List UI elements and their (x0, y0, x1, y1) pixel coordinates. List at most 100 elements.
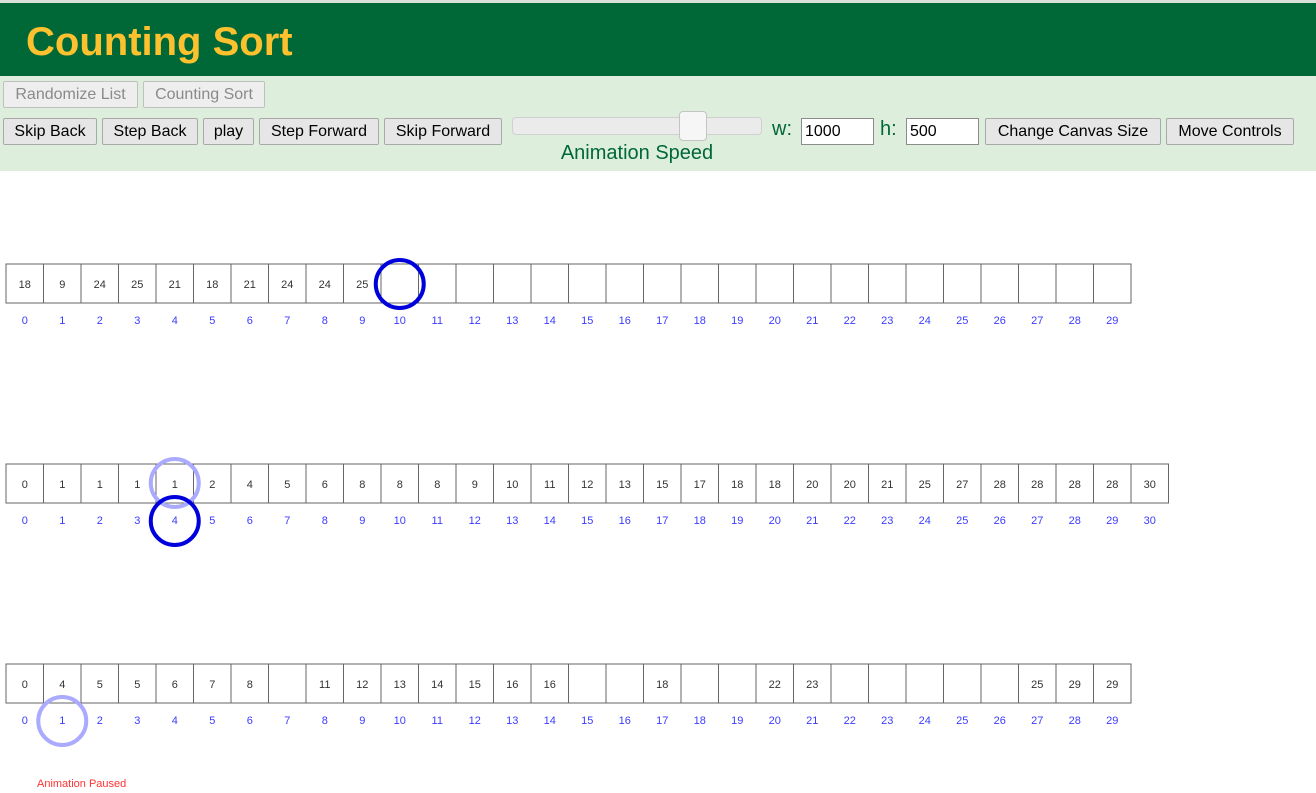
input-index-label: 4 (172, 315, 178, 327)
output-index-label: 18 (694, 715, 706, 727)
count-cell-value: 8 (434, 479, 440, 491)
output-index-label: 0 (22, 715, 28, 727)
count-index-label: 24 (919, 515, 931, 527)
count-cell-value: 4 (247, 479, 253, 491)
count-index-label: 5 (209, 515, 215, 527)
play-button[interactable]: play (203, 118, 254, 145)
input-index-label: 6 (247, 315, 253, 327)
input-cell-value: 24 (94, 279, 106, 291)
count-index-label: 0 (22, 515, 28, 527)
count-cell-value: 18 (769, 479, 781, 491)
output-cell-value: 5 (134, 679, 140, 691)
counting-sort-button[interactable]: Counting Sort (143, 81, 265, 108)
count-cell-value: 12 (581, 479, 593, 491)
output-cell (943, 663, 982, 704)
input-cell (830, 263, 869, 304)
input-index-label: 25 (956, 315, 968, 327)
input-cell-value: 25 (131, 279, 143, 291)
count-index-label: 15 (581, 515, 593, 527)
move-controls-button[interactable]: Move Controls (1166, 118, 1294, 145)
output-index-label: 17 (656, 715, 668, 727)
input-cell (905, 263, 944, 304)
step-forward-button[interactable]: Step Forward (259, 118, 379, 145)
input-index-label: 0 (22, 315, 28, 327)
input-index-label: 18 (694, 315, 706, 327)
count-cell-value: 27 (956, 479, 968, 491)
count-cell-value: 8 (359, 479, 365, 491)
count-index-label: 12 (469, 515, 481, 527)
canvas-height-input[interactable] (906, 118, 979, 145)
count-index-label: 21 (806, 515, 818, 527)
output-index-label: 23 (881, 715, 893, 727)
output-index-label: 28 (1069, 715, 1081, 727)
change-canvas-size-button[interactable]: Change Canvas Size (985, 118, 1161, 145)
output-cell-value: 12 (356, 679, 368, 691)
count-cell-value: 18 (731, 479, 743, 491)
count-index-label: 10 (394, 515, 406, 527)
output-index-label: 26 (994, 715, 1006, 727)
count-cell-value: 30 (1144, 479, 1156, 491)
page-title: Counting Sort (26, 20, 293, 64)
output-index-label: 19 (731, 715, 743, 727)
input-index-label: 2 (97, 315, 103, 327)
input-index-label: 3 (134, 315, 140, 327)
count-index-label: 2 (97, 515, 103, 527)
count-index-label: 27 (1031, 515, 1043, 527)
input-cell (568, 263, 607, 304)
output-index-label: 21 (806, 715, 818, 727)
output-index-label: 14 (544, 715, 556, 727)
count-array: 0 1 1 1 1 2 4 5 6 8 8 8 9 10 11 12 13 15 17 18 18 20 20 21 25 27 2… (5, 463, 1169, 527)
input-cell (1018, 263, 1057, 304)
input-index-label: 11 (432, 315, 443, 327)
count-cell-value: 1 (172, 479, 178, 491)
input-index-label: 14 (544, 315, 556, 327)
count-index-label: 16 (619, 515, 631, 527)
input-array: 18 9 24 25 21 18 21 24 24 250 1 2 3 4 5 6 7 8 9 10 11 12 13 14 1… (5, 263, 1132, 327)
output-cell-value: 4 (59, 679, 65, 691)
count-index-label: 14 (544, 515, 556, 527)
output-index-label: 1 (59, 715, 65, 727)
input-index-label: 23 (881, 315, 893, 327)
count-cell-value: 28 (1106, 479, 1118, 491)
input-index-label: 13 (506, 315, 518, 327)
output-index-label: 24 (919, 715, 931, 727)
output-index-label: 22 (844, 715, 856, 727)
animation-speed-slider[interactable] (512, 117, 762, 135)
skip-forward-button[interactable]: Skip Forward (384, 118, 502, 145)
input-cell-value: 18 (19, 279, 31, 291)
count-cell-value: 28 (1069, 479, 1081, 491)
canvas-width-input[interactable] (801, 118, 874, 145)
output-cell (680, 663, 719, 704)
output-index-label: 2 (97, 715, 103, 727)
output-index-label: 12 (469, 715, 481, 727)
count-index-label: 4 (172, 515, 178, 527)
count-cell-value: 9 (472, 479, 478, 491)
output-cell-value: 8 (247, 679, 253, 691)
count-index-label: 1 (59, 515, 65, 527)
count-index-label: 23 (881, 515, 893, 527)
count-index-label: 30 (1144, 515, 1156, 527)
input-index-label: 19 (731, 315, 743, 327)
skip-back-button[interactable]: Skip Back (3, 118, 97, 145)
output-index-label: 10 (394, 715, 406, 727)
input-index-label: 12 (469, 315, 481, 327)
input-cell (868, 263, 907, 304)
count-cell-value: 1 (134, 479, 140, 491)
output-cell-value: 0 (22, 679, 28, 691)
output-cell-value: 14 (431, 679, 443, 691)
output-cell-value: 18 (656, 679, 668, 691)
input-index-label: 10 (394, 315, 406, 327)
output-index-label: 9 (359, 715, 365, 727)
output-index-label: 7 (284, 715, 290, 727)
output-index-label: 4 (172, 715, 178, 727)
input-cell (493, 263, 532, 304)
height-label: h: (880, 118, 897, 140)
output-cell-value: 23 (806, 679, 818, 691)
input-cell (980, 263, 1019, 304)
step-back-button[interactable]: Step Back (102, 118, 198, 145)
animation-speed-slider-thumb[interactable] (678, 111, 707, 141)
input-cell (380, 263, 419, 304)
count-cell-value: 11 (544, 479, 555, 491)
randomize-list-button[interactable]: Randomize List (3, 81, 138, 108)
input-cell (793, 263, 832, 304)
